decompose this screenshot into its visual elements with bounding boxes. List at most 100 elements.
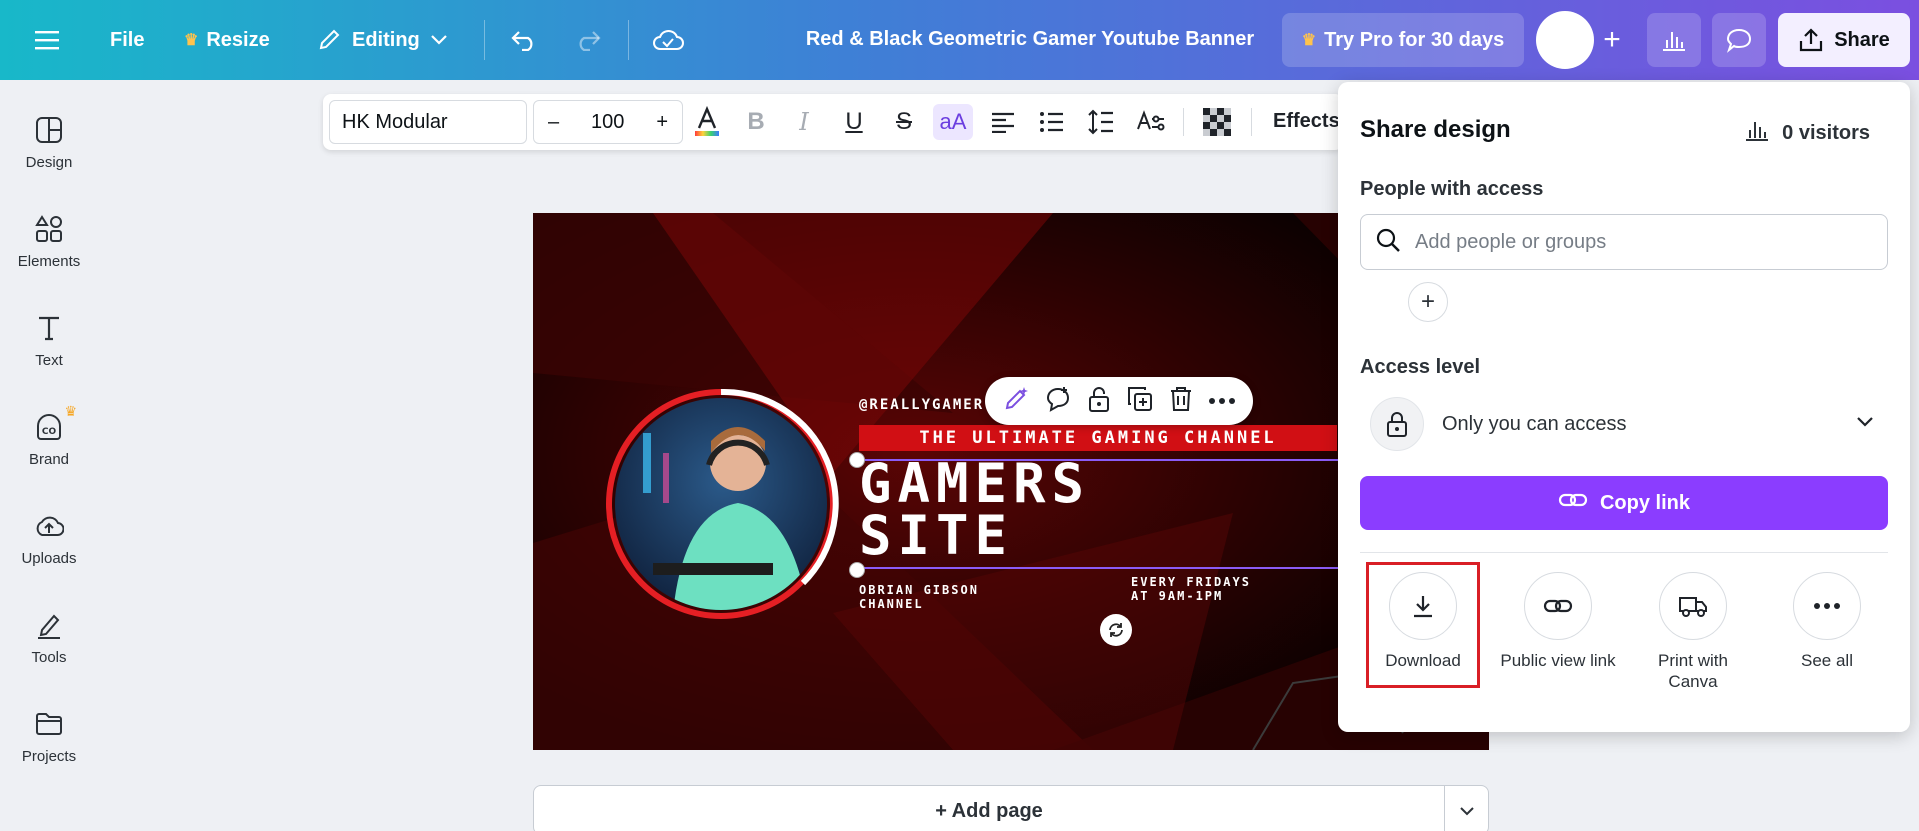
magic-edit-icon[interactable] bbox=[1002, 385, 1030, 418]
more-options-icon[interactable] bbox=[1208, 392, 1236, 410]
italic-button[interactable]: I bbox=[784, 104, 824, 140]
bullet-list-icon[interactable] bbox=[1032, 104, 1072, 140]
add-collaborator-icon[interactable]: + bbox=[1592, 20, 1632, 60]
people-search-field bbox=[1360, 214, 1888, 270]
sidebar-item-label: Design bbox=[25, 154, 73, 171]
add-comment-icon[interactable] bbox=[1044, 385, 1072, 418]
align-left-icon[interactable] bbox=[983, 104, 1023, 140]
resize-button[interactable]: ♛ Resize bbox=[184, 18, 270, 62]
sidebar-item-projects[interactable]: Projects bbox=[0, 694, 98, 784]
increase-size-button[interactable]: + bbox=[656, 111, 668, 134]
document-title[interactable]: Red & Black Geometric Gamer Youtube Bann… bbox=[760, 28, 1300, 51]
sidebar-item-label: Uploads bbox=[21, 550, 77, 567]
font-size-stepper: – 100 + bbox=[533, 100, 683, 144]
download-icon bbox=[1389, 572, 1457, 640]
resize-label: Resize bbox=[206, 28, 270, 51]
lock-icon[interactable] bbox=[1086, 385, 1112, 418]
handle-text[interactable]: @REALLYGAMER bbox=[859, 397, 984, 413]
schedule-text[interactable]: EVERY FRIDAYS AT 9AM-1PM bbox=[1131, 575, 1251, 603]
add-page-button[interactable]: + Add page bbox=[534, 800, 1444, 823]
font-family-value: HK Modular bbox=[342, 110, 448, 133]
crown-icon: ♛ bbox=[1301, 32, 1317, 49]
menu-icon[interactable] bbox=[34, 18, 60, 62]
comments-button[interactable] bbox=[1712, 13, 1766, 67]
sidebar-item-label: Tools bbox=[31, 649, 67, 666]
chevron-down-icon bbox=[430, 34, 448, 46]
crown-icon: ♛ bbox=[184, 32, 199, 49]
redo-icon[interactable] bbox=[572, 18, 604, 62]
people-with-access-label: People with access bbox=[1360, 178, 1544, 200]
try-pro-button[interactable]: ♛ Try Pro for 30 days bbox=[1282, 13, 1524, 67]
sidebar-item-brand[interactable]: CO ♛ Brand bbox=[0, 397, 98, 487]
rotate-handle-icon[interactable] bbox=[1100, 614, 1132, 646]
bar-chart-icon bbox=[1744, 118, 1770, 148]
link-icon bbox=[1524, 572, 1592, 640]
visitors-button[interactable]: 0 visitors bbox=[1744, 118, 1870, 148]
avatar[interactable] bbox=[1536, 11, 1594, 69]
public-view-link-option[interactable]: Public view link bbox=[1493, 572, 1623, 671]
sidebar-item-label: Text bbox=[35, 352, 63, 369]
public-view-link-label: Public view link bbox=[1500, 651, 1616, 670]
text-settings-icon[interactable] bbox=[1131, 104, 1171, 140]
channel-line1: OBRIAN GIBSON bbox=[859, 583, 979, 597]
bold-button[interactable]: B bbox=[736, 104, 776, 140]
sidebar-item-elements[interactable]: Elements bbox=[0, 199, 98, 289]
add-person-icon[interactable]: + bbox=[1408, 282, 1448, 322]
try-pro-label: Try Pro for 30 days bbox=[1324, 28, 1505, 51]
design-icon bbox=[33, 114, 65, 146]
truck-icon bbox=[1659, 572, 1727, 640]
delete-icon[interactable] bbox=[1168, 385, 1194, 418]
insights-button[interactable] bbox=[1647, 13, 1701, 67]
text-format-toolbar: HK Modular – 100 + B I U S aA Effects bbox=[323, 94, 1343, 150]
font-family-select[interactable]: HK Modular bbox=[329, 100, 527, 144]
line-spacing-icon[interactable] bbox=[1081, 104, 1121, 140]
schedule-line1: EVERY FRIDAYS bbox=[1131, 575, 1251, 589]
sidebar-item-design[interactable]: Design bbox=[0, 100, 98, 190]
chevron-down-icon[interactable] bbox=[1444, 786, 1488, 831]
text-icon bbox=[33, 312, 65, 344]
share-label: Share bbox=[1834, 28, 1890, 51]
font-size-input[interactable]: 100 bbox=[591, 111, 624, 134]
tagline-banner[interactable]: THE ULTIMATE GAMING CHANNEL bbox=[859, 425, 1337, 451]
sidebar-item-text[interactable]: Text bbox=[0, 298, 98, 388]
divider bbox=[1251, 108, 1252, 136]
share-design-panel: Share design 0 visitors People with acce… bbox=[1338, 82, 1910, 732]
tagline-text: THE ULTIMATE GAMING CHANNEL bbox=[919, 428, 1277, 448]
undo-icon[interactable] bbox=[508, 18, 540, 62]
projects-icon bbox=[33, 708, 65, 740]
underline-button[interactable]: U bbox=[834, 104, 874, 140]
editing-mode-button[interactable]: Editing bbox=[316, 18, 448, 62]
text-color-button[interactable] bbox=[687, 104, 727, 140]
divider bbox=[1183, 108, 1184, 136]
effects-button[interactable]: Effects bbox=[1273, 110, 1340, 133]
crown-icon: ♛ bbox=[64, 403, 77, 419]
share-button[interactable]: Share bbox=[1778, 13, 1910, 67]
upload-share-icon bbox=[1798, 27, 1824, 53]
schedule-line2: AT 9AM-1PM bbox=[1131, 589, 1224, 603]
people-search-input[interactable] bbox=[1415, 230, 1855, 254]
download-option[interactable]: Download bbox=[1358, 572, 1488, 671]
link-icon bbox=[1558, 491, 1588, 515]
uploads-icon bbox=[33, 510, 65, 542]
channel-text[interactable]: OBRIAN GIBSON CHANNEL bbox=[859, 583, 979, 611]
editing-label: Editing bbox=[352, 28, 420, 51]
copy-link-button[interactable]: Copy link bbox=[1360, 476, 1888, 530]
access-level-select[interactable]: Only you can access bbox=[1360, 396, 1888, 452]
transparency-icon[interactable] bbox=[1197, 104, 1237, 140]
add-page-bar: + Add page bbox=[533, 785, 1489, 831]
print-with-canva-option[interactable]: Print with Canva bbox=[1628, 572, 1758, 692]
see-all-option[interactable]: See all bbox=[1762, 572, 1892, 671]
duplicate-icon[interactable] bbox=[1126, 385, 1154, 418]
visitors-count: 0 visitors bbox=[1782, 121, 1870, 144]
see-all-label: See all bbox=[1801, 651, 1853, 670]
svg-text:CO: CO bbox=[42, 427, 57, 437]
sidebar-item-uploads[interactable]: Uploads bbox=[0, 496, 98, 586]
tools-icon bbox=[33, 609, 65, 641]
sidebar-item-tools[interactable]: Tools bbox=[0, 595, 98, 685]
cloud-saved-icon[interactable] bbox=[650, 18, 686, 62]
letter-case-button[interactable]: aA bbox=[933, 104, 973, 140]
file-menu[interactable]: File bbox=[110, 18, 144, 62]
decrease-size-button[interactable]: – bbox=[548, 111, 559, 134]
strikethrough-button[interactable]: S bbox=[884, 104, 924, 140]
chevron-down-icon bbox=[1856, 415, 1874, 433]
